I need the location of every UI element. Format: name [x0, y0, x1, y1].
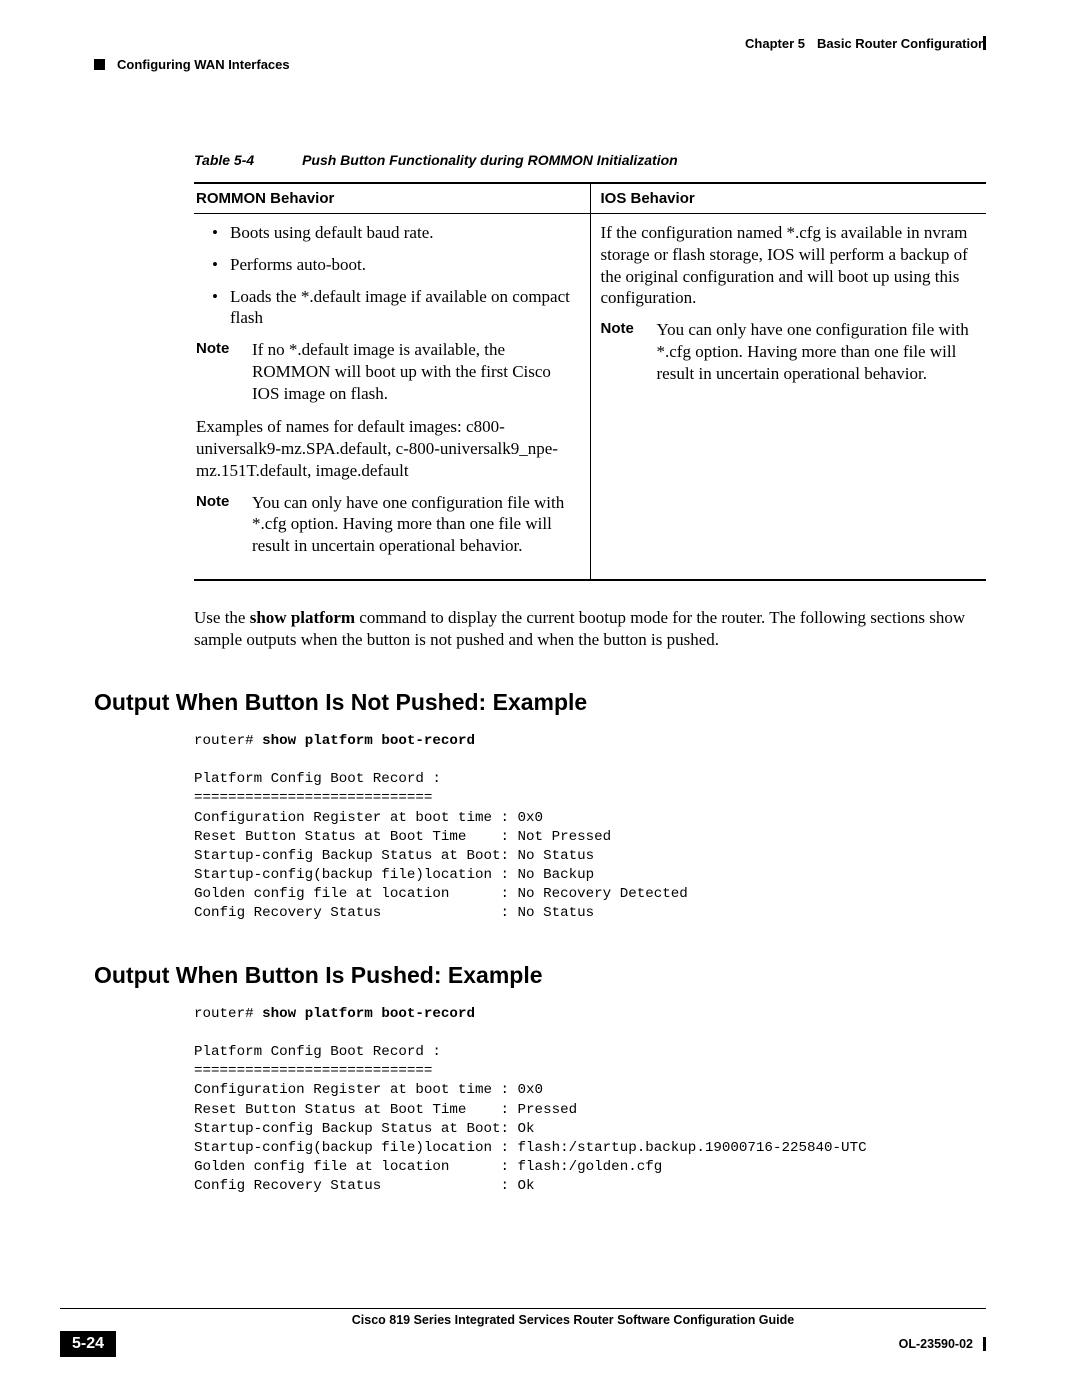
col-header-ios: IOS Behavior	[590, 183, 986, 214]
chapter-label: Chapter 5	[745, 36, 805, 51]
output: Platform Config Boot Record : ==========…	[194, 1044, 867, 1194]
body-command: show platform	[250, 608, 355, 627]
footer-book-title: Cisco 819 Series Integrated Services Rou…	[352, 1313, 794, 1327]
footer-bar-icon	[983, 1337, 986, 1351]
examples-paragraph: Examples of names for default images: c8…	[196, 416, 580, 481]
chapter-title: Basic Router Configuration	[817, 36, 986, 51]
code-block-not-pushed: router# show platform boot-record Platfo…	[194, 732, 986, 924]
page-header-left: Configuring WAN Interfaces	[94, 57, 986, 72]
command: show platform boot-record	[262, 733, 475, 749]
table-5-4: Table 5-4 Push Button Functionality duri…	[194, 152, 986, 581]
prompt: router#	[194, 733, 262, 749]
table-caption-label: Table 5-4	[194, 152, 254, 168]
doc-id-text: OL-23590-02	[899, 1337, 973, 1351]
note-text: You can only have one configuration file…	[657, 319, 977, 384]
note-block: Note You can only have one configuration…	[196, 492, 580, 557]
code-block-pushed: router# show platform boot-record Platfo…	[194, 1005, 986, 1197]
cell-ios: If the configuration named *.cfg is avai…	[590, 214, 986, 580]
prompt: router#	[194, 1006, 262, 1022]
table-caption-title: Push Button Functionality during ROMMON …	[302, 152, 678, 168]
note-label: Note	[196, 339, 252, 404]
bullet-list: Boots using default baud rate. Performs …	[196, 222, 580, 329]
cell-rommon: Boots using default baud rate. Performs …	[194, 214, 590, 580]
col-header-rommon: ROMMON Behavior	[194, 183, 590, 214]
page-number-badge: 5-24	[60, 1331, 116, 1357]
ios-paragraph: If the configuration named *.cfg is avai…	[601, 222, 977, 309]
note-text: If no *.default image is available, the …	[252, 339, 580, 404]
section-heading-pushed: Output When Button Is Pushed: Example	[94, 962, 986, 989]
body-prefix: Use the	[194, 608, 250, 627]
note-block: Note If no *.default image is available,…	[196, 339, 580, 404]
page-header-right: Chapter 5 Basic Router Configuration	[94, 36, 986, 51]
section-name: Configuring WAN Interfaces	[117, 57, 290, 72]
behavior-table: ROMMON Behavior IOS Behavior Boots using…	[194, 182, 986, 581]
note-text: You can only have one configuration file…	[252, 492, 580, 557]
command: show platform boot-record	[262, 1006, 475, 1022]
table-row: Boots using default baud rate. Performs …	[194, 214, 986, 580]
list-item: Boots using default baud rate.	[230, 222, 580, 244]
footer-doc-id: OL-23590-02	[899, 1337, 986, 1351]
note-label: Note	[196, 492, 252, 557]
table-caption: Table 5-4 Push Button Functionality duri…	[194, 152, 986, 168]
footer-divider: Cisco 819 Series Integrated Services Rou…	[60, 1308, 986, 1327]
page-footer: Cisco 819 Series Integrated Services Rou…	[60, 1308, 986, 1357]
note-label: Note	[601, 319, 657, 384]
header-rule-decoration	[983, 36, 986, 50]
square-bullet-icon	[94, 59, 105, 70]
list-item: Performs auto-boot.	[230, 254, 580, 276]
section-heading-not-pushed: Output When Button Is Not Pushed: Exampl…	[94, 689, 986, 716]
output: Platform Config Boot Record : ==========…	[194, 771, 688, 921]
list-item: Loads the *.default image if available o…	[230, 286, 580, 330]
note-block: Note You can only have one configuration…	[601, 319, 977, 384]
body-paragraph: Use the show platform command to display…	[194, 607, 986, 651]
